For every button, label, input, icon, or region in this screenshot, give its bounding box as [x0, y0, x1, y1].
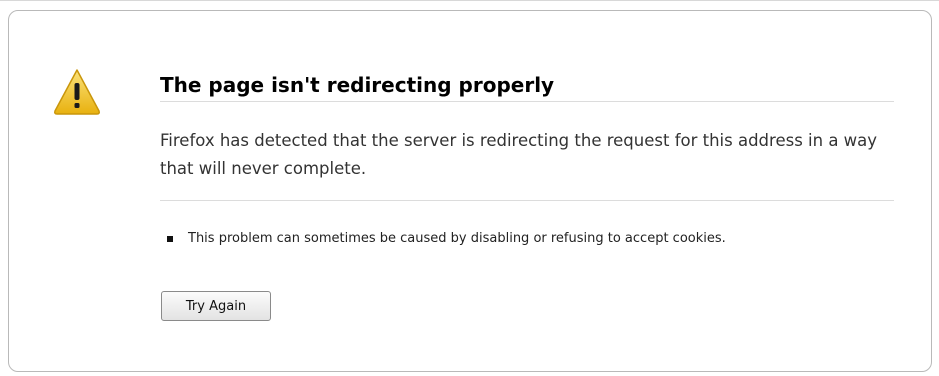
hint-item: This problem can sometimes be caused by … — [160, 229, 726, 249]
error-description: Firefox has detected that the server is … — [160, 131, 878, 178]
hint-text: This problem can sometimes be caused by … — [188, 231, 726, 246]
try-again-button[interactable]: Try Again — [161, 291, 271, 321]
warning-icon — [54, 69, 100, 115]
title-divider — [160, 101, 894, 102]
hint-list: This problem can sometimes be caused by … — [160, 229, 726, 249]
page-frame: The page isn't redirecting properly Fire… — [0, 0, 939, 376]
error-page-container — [8, 10, 932, 372]
error-title: The page isn't redirecting properly — [160, 73, 555, 97]
bullet-icon — [167, 236, 173, 242]
section-divider — [160, 200, 894, 201]
